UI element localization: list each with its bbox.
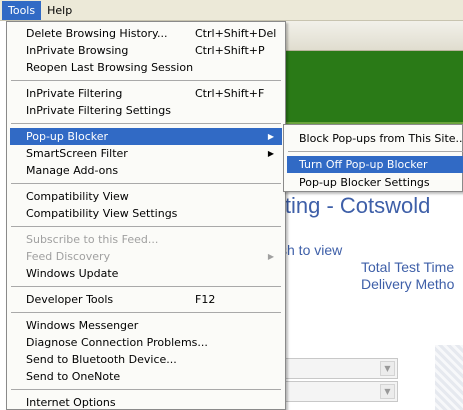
menu-item-label: Developer Tools (26, 293, 114, 306)
menu-item-subscribe-to-this-feed: Subscribe to this Feed... (10, 231, 282, 248)
menu-item-smartscreen-filter[interactable]: SmartScreen Filter ▶ (10, 145, 282, 162)
page-title: iting - Cotswold (280, 193, 431, 218)
chevron-right-icon: ▶ (267, 252, 274, 261)
page-select-2[interactable]: ▼ (280, 381, 398, 402)
menu-separator (11, 123, 281, 124)
menu-item-label: InPrivate Filtering Settings (26, 104, 171, 117)
menu-separator (11, 286, 281, 287)
total-test-time-label: Total Test Time (361, 259, 455, 275)
menu-item-label: Subscribe to this Feed... (26, 233, 159, 246)
menu-item-label: Delete Browsing History... (26, 27, 168, 40)
menu-separator (11, 226, 281, 227)
menu-help[interactable]: Help (41, 1, 78, 20)
menu-item-label: InPrivate Browsing (26, 44, 129, 57)
menu-item-compatibility-view[interactable]: Compatibility View (10, 188, 282, 205)
menu-separator (11, 183, 281, 184)
menu-item-manage-add-ons[interactable]: Manage Add-ons (10, 162, 282, 179)
page-banner (280, 51, 463, 126)
menu-item-label: Send to Bluetooth Device... (26, 353, 177, 366)
submenu-item-label: Block Pop-ups from This Site... (299, 132, 463, 145)
menu-item-diagnose-connection-problems[interactable]: Diagnose Connection Problems... (10, 334, 282, 351)
chevron-down-icon: ▼ (380, 384, 395, 399)
submenu-item-label: Turn Off Pop-up Blocker (299, 158, 428, 171)
page-decoration (435, 345, 463, 410)
menu-bar: Tools Help (0, 0, 463, 21)
menu-item-reopen-last-browsing-session[interactable]: Reopen Last Browsing Session (10, 59, 282, 76)
menu-item-send-to-bluetooth-device[interactable]: Send to Bluetooth Device... (10, 351, 282, 368)
menu-item-shortcut: Ctrl+Shift+Del (195, 27, 277, 40)
page-select-1[interactable]: ▼ (280, 358, 398, 379)
menu-item-label: SmartScreen Filter (26, 147, 128, 160)
menu-separator (11, 389, 281, 390)
chevron-right-icon: ▶ (267, 132, 274, 141)
menu-item-shortcut: Ctrl+Shift+P (195, 44, 265, 57)
menu-item-delete-browsing-history[interactable]: Delete Browsing History... Ctrl+Shift+Del (10, 25, 282, 42)
menu-item-windows-update[interactable]: Windows Update (10, 265, 282, 282)
menu-item-inprivate-filtering-settings[interactable]: InPrivate Filtering Settings (10, 102, 282, 119)
chevron-right-icon: ▶ (267, 149, 274, 158)
menu-item-label: Feed Discovery (26, 250, 111, 263)
menu-separator (11, 312, 281, 313)
menu-item-shortcut: Ctrl+Shift+F (195, 87, 265, 100)
menu-item-label: Compatibility View (26, 190, 129, 203)
menu-item-label: Windows Update (26, 267, 119, 280)
menu-item-compatibility-view-settings[interactable]: Compatibility View Settings (10, 205, 282, 222)
menu-item-windows-messenger[interactable]: Windows Messenger (10, 317, 282, 334)
menu-item-pop-up-blocker[interactable]: Pop-up Blocker ▶ (10, 128, 282, 145)
delivery-method-label: Delivery Metho (361, 276, 455, 292)
menu-item-send-to-onenote[interactable]: Send to OneNote (10, 368, 282, 385)
menu-item-label: Reopen Last Browsing Session (26, 61, 194, 74)
tools-menu: Delete Browsing History... Ctrl+Shift+Del… (6, 21, 286, 410)
chevron-down-icon: ▼ (380, 361, 395, 376)
menu-item-label: Windows Messenger (26, 319, 139, 332)
menu-item-inprivate-browsing[interactable]: InPrivate Browsing Ctrl+Shift+P (10, 42, 282, 59)
menu-item-label: Send to OneNote (26, 370, 121, 383)
menu-item-label: Compatibility View Settings (26, 207, 178, 220)
menu-item-label: InPrivate Filtering (26, 87, 123, 100)
browser-toolbar (280, 21, 463, 51)
menu-item-developer-tools[interactable]: Developer Tools F12 (10, 291, 282, 308)
menu-item-inprivate-filtering[interactable]: InPrivate Filtering Ctrl+Shift+F (10, 85, 282, 102)
menu-item-shortcut: F12 (195, 293, 216, 306)
menu-item-label: Internet Options (26, 396, 116, 409)
page-link[interactable]: sh to view (280, 242, 342, 258)
menu-separator (288, 151, 463, 152)
submenu-item-turn-off-pop-up-blocker[interactable]: Turn Off Pop-up Blocker (287, 156, 463, 173)
submenu-item-block-pop-ups-from-this-site[interactable]: Block Pop-ups from This Site... (287, 130, 463, 147)
menu-item-label: Pop-up Blocker (26, 130, 109, 143)
submenu-item-label: Pop-up Blocker Settings (299, 176, 430, 189)
menu-item-label: Diagnose Connection Problems... (26, 336, 208, 349)
menu-item-feed-discovery: Feed Discovery ▶ (10, 248, 282, 265)
menu-tools[interactable]: Tools (2, 0, 42, 20)
menu-item-internet-options[interactable]: Internet Options (10, 394, 282, 410)
menu-item-label: Manage Add-ons (26, 164, 119, 177)
popup-blocker-submenu: Block Pop-ups from This Site... Turn Off … (283, 124, 463, 192)
submenu-item-pop-up-blocker-settings[interactable]: Pop-up Blocker Settings (287, 174, 463, 191)
menu-separator (11, 80, 281, 81)
